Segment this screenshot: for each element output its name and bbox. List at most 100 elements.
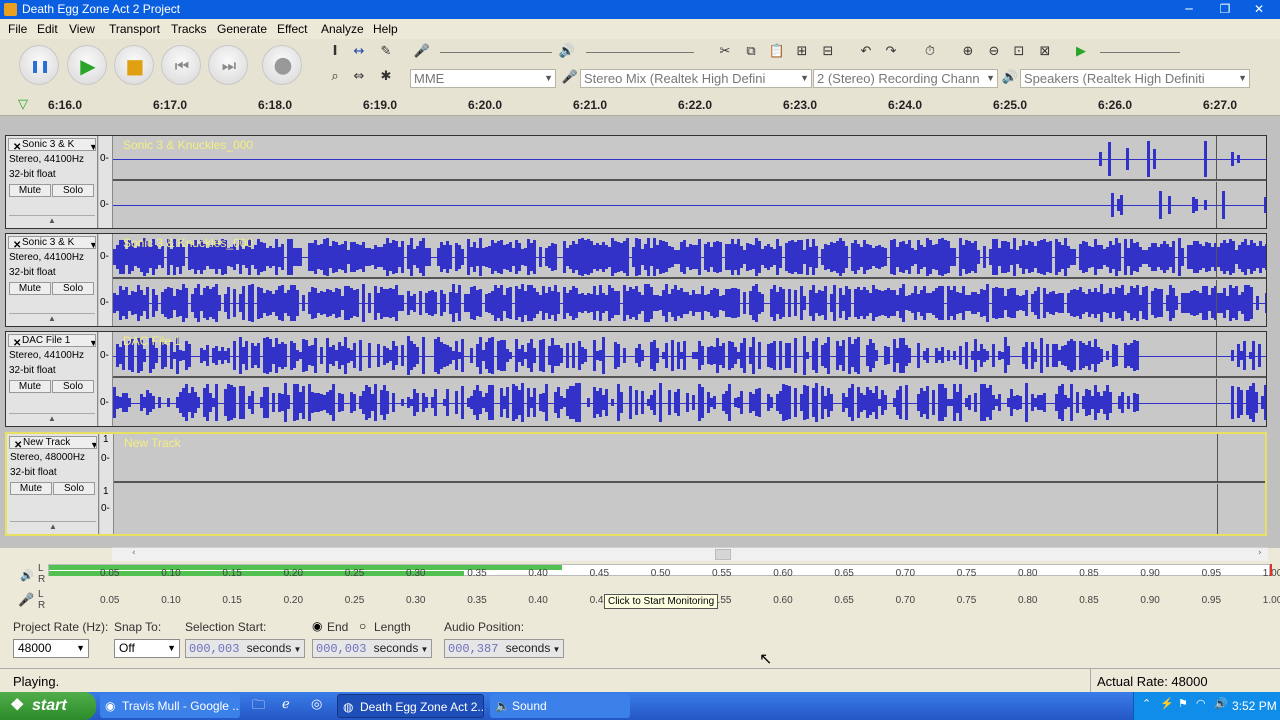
mute-button[interactable]: Mute xyxy=(9,282,51,295)
network-icon[interactable]: ◠ xyxy=(1196,697,1206,710)
media-icon[interactable]: ◎ xyxy=(311,696,322,712)
horizontal-scrollbar[interactable]: ‹ › xyxy=(112,547,1268,561)
close-button[interactable]: ✕ xyxy=(1248,1,1270,18)
record-volume-slider[interactable] xyxy=(440,52,552,53)
menu-help[interactable]: Help xyxy=(373,22,398,36)
zoom-in-icon[interactable]: ⊕ xyxy=(958,43,978,61)
close-track-icon[interactable]: ✕ xyxy=(13,240,21,248)
audio-host-select[interactable]: MME ▼ xyxy=(410,69,556,88)
taskbar-item-audacity[interactable]: ◍ Death Egg Zone Act 2... xyxy=(337,694,484,718)
play-at-speed-icon[interactable]: ▶ xyxy=(1071,43,1091,61)
playback-device-select[interactable]: Speakers (Realtek High Definiti ▼ xyxy=(1020,69,1250,88)
waveform-area[interactable]: New Track xyxy=(114,434,1265,534)
menu-transport[interactable]: Transport xyxy=(109,22,160,36)
selection-tool-icon[interactable]: I xyxy=(325,43,345,61)
menu-generate[interactable]: Generate xyxy=(217,22,267,36)
collapse-track-button[interactable]: ▲ xyxy=(10,521,96,532)
solo-button[interactable]: Solo xyxy=(52,380,94,393)
track-name-menu[interactable]: ✕DAC File 1 ▼ xyxy=(8,334,96,347)
skip-to-start-button[interactable]: ⏮ xyxy=(161,45,201,85)
waveform-area[interactable]: Sonic 3 & Knuckles_000 xyxy=(113,234,1266,326)
close-track-icon[interactable]: ✕ xyxy=(14,440,22,448)
track-menu-arrow-icon[interactable]: ▼ xyxy=(90,440,96,448)
track-name-menu[interactable]: ✕Sonic 3 & K ▼ xyxy=(8,138,96,151)
selection-start-field[interactable]: 000,003 seconds ▼ xyxy=(185,639,305,658)
menu-effect[interactable]: Effect xyxy=(277,22,307,36)
track-name-menu[interactable]: ✕Sonic 3 & K ▼ xyxy=(8,236,96,249)
collapse-track-button[interactable]: ▲ xyxy=(9,413,95,424)
collapse-track-button[interactable]: ▲ xyxy=(9,313,95,324)
zoom-out-icon[interactable]: ⊖ xyxy=(984,43,1004,61)
copy-icon[interactable]: ⧉ xyxy=(741,43,761,61)
paste-icon[interactable]: 📋 xyxy=(767,43,787,61)
audio-track[interactable]: ✕Sonic 3 & K ▼ Stereo, 44100Hz 32-bit float… xyxy=(5,135,1267,229)
menu-analyze[interactable]: Analyze xyxy=(321,22,364,36)
menu-tracks[interactable]: Tracks xyxy=(171,22,207,36)
pause-button[interactable]: ❚❚ xyxy=(19,45,59,85)
skip-to-end-button[interactable]: ⏭ xyxy=(208,45,248,85)
track-menu-arrow-icon[interactable]: ▼ xyxy=(89,338,95,346)
silence-icon[interactable]: ⊟ xyxy=(818,43,838,61)
trim-icon[interactable]: ⊞ xyxy=(792,43,812,61)
timeline-ruler[interactable]: ▽ 6:16.0 6:17.0 6:18.0 6:19.0 6:20.0 6:2… xyxy=(0,93,1280,116)
solo-button[interactable]: Solo xyxy=(52,184,94,197)
ie-icon[interactable]: ℯ xyxy=(282,696,290,712)
waveform-area[interactable]: DAC File 1 xyxy=(113,332,1266,426)
length-radio[interactable]: ○ xyxy=(359,619,366,633)
minimize-button[interactable]: ─ xyxy=(1178,1,1200,18)
audio-track[interactable]: ✕Sonic 3 & K ▼ Stereo, 44100Hz 32-bit float… xyxy=(5,233,1267,327)
clock[interactable]: 3:52 PM xyxy=(1232,699,1277,713)
menu-view[interactable]: View xyxy=(69,22,95,36)
audio-track-selected[interactable]: ✕New Track▼Stereo, 48000Hz32-bit floatMu… xyxy=(5,432,1267,536)
record-button[interactable]: ● xyxy=(262,45,302,85)
cut-icon[interactable]: ✂ xyxy=(715,43,735,61)
stop-button[interactable]: ■ xyxy=(114,45,154,85)
end-radio-checked[interactable]: ◉ xyxy=(312,619,322,633)
flag-icon[interactable]: ⚑ xyxy=(1178,697,1188,710)
mute-button[interactable]: Mute xyxy=(10,482,52,495)
play-speed-slider[interactable] xyxy=(1100,52,1180,53)
track-name-menu[interactable]: ✕New Track ▼ xyxy=(9,436,97,449)
volume-icon[interactable]: 🔊 xyxy=(1214,697,1228,710)
menu-edit[interactable]: Edit xyxy=(37,22,58,36)
recording-channels-select[interactable]: 2 (Stereo) Recording Chann ▼ xyxy=(813,69,998,88)
multi-tool-icon[interactable]: ✱ xyxy=(376,68,396,86)
power-icon[interactable]: ⚡ xyxy=(1160,697,1174,710)
recording-device-select[interactable]: Stereo Mix (Realtek High Defini ▼ xyxy=(580,69,812,88)
folder-icon[interactable]: 🗀 xyxy=(252,696,265,718)
scroll-left-icon[interactable]: ‹ xyxy=(132,548,136,558)
timeshift-tool-icon[interactable]: ⇔ xyxy=(349,68,369,86)
play-button[interactable]: ▶ xyxy=(67,45,107,85)
selection-end-field[interactable]: 000,003 seconds ▼ xyxy=(312,639,432,658)
scrollbar-thumb[interactable] xyxy=(715,549,731,560)
track-menu-arrow-icon[interactable]: ▼ xyxy=(89,240,95,248)
zoom-tool-icon[interactable]: ⌕ xyxy=(325,68,345,86)
solo-button[interactable]: Solo xyxy=(52,282,94,295)
audio-track[interactable]: ✕DAC File 1▼Stereo, 44100Hz32-bit floatM… xyxy=(5,331,1267,427)
fit-project-icon[interactable]: ⊠ xyxy=(1035,43,1055,61)
menu-file[interactable]: File xyxy=(8,22,27,36)
close-track-icon[interactable]: ✕ xyxy=(13,338,21,346)
undo-icon[interactable]: ↶ xyxy=(856,43,876,61)
track-menu-arrow-icon[interactable]: ▼ xyxy=(89,142,95,150)
snap-to-select[interactable]: Off ▼ xyxy=(114,639,180,658)
playback-volume-slider[interactable] xyxy=(586,52,694,53)
project-rate-select[interactable]: 48000 ▼ xyxy=(13,639,89,658)
fit-selection-icon[interactable]: ⊡ xyxy=(1009,43,1029,61)
mute-button[interactable]: Mute xyxy=(9,184,51,197)
draw-tool-icon[interactable]: ✎ xyxy=(376,43,396,61)
taskbar-item-chrome[interactable]: ◉ Travis Mull - Google ... xyxy=(100,694,240,718)
maximize-button[interactable]: ❐ xyxy=(1214,1,1236,18)
collapse-track-button[interactable]: ▲ xyxy=(9,215,95,226)
close-track-icon[interactable]: ✕ xyxy=(13,142,21,150)
sync-lock-icon[interactable]: ⏱ xyxy=(920,43,940,61)
audio-position-field[interactable]: 000,387 seconds ▼ xyxy=(444,639,564,658)
start-button[interactable]: ❖ start xyxy=(0,692,96,720)
scroll-right-icon[interactable]: › xyxy=(1258,548,1262,558)
mute-button[interactable]: Mute xyxy=(9,380,51,393)
redo-icon[interactable]: ↷ xyxy=(881,43,901,61)
solo-button[interactable]: Solo xyxy=(53,482,95,495)
waveform-area[interactable]: Sonic 3 & Knuckles_000 xyxy=(113,136,1266,228)
tray-expand-icon[interactable]: ⌃ xyxy=(1142,697,1151,710)
envelope-tool-icon[interactable]: ↔ xyxy=(349,43,369,61)
